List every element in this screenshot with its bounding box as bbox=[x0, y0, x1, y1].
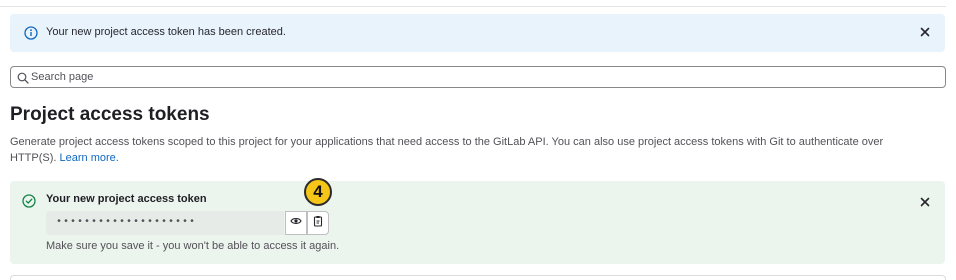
page-description: Generate project access tokens scoped to… bbox=[10, 134, 930, 166]
close-icon[interactable] bbox=[917, 194, 933, 210]
copy-token-button[interactable] bbox=[307, 211, 329, 235]
token-alert: Your new project access token ••••••••••… bbox=[10, 181, 945, 264]
token-save-note: Make sure you save it - you won't be abl… bbox=[46, 240, 340, 252]
close-icon[interactable] bbox=[917, 24, 933, 40]
info-icon bbox=[24, 26, 38, 40]
search-input[interactable] bbox=[31, 69, 911, 85]
description-text: Generate project access tokens scoped to… bbox=[10, 136, 884, 164]
token-value-field[interactable]: •••••••••••••••••••• bbox=[46, 211, 284, 235]
learn-more-link[interactable]: Learn more. bbox=[60, 152, 119, 164]
token-alert-title: Your new project access token bbox=[46, 193, 207, 205]
check-circle-icon bbox=[22, 194, 36, 208]
eye-icon bbox=[290, 214, 302, 232]
info-alert-message: Your new project access token has been c… bbox=[46, 26, 286, 38]
search-field[interactable] bbox=[10, 66, 946, 88]
clipboard-icon bbox=[312, 214, 324, 232]
next-section-border bbox=[10, 275, 946, 280]
search-icon bbox=[17, 71, 29, 84]
step-number-badge: 4 bbox=[304, 178, 332, 206]
info-alert: Your new project access token has been c… bbox=[10, 14, 945, 52]
page-title: Project access tokens bbox=[10, 104, 210, 125]
reveal-token-button[interactable] bbox=[285, 211, 307, 235]
header-divider bbox=[0, 6, 946, 7]
